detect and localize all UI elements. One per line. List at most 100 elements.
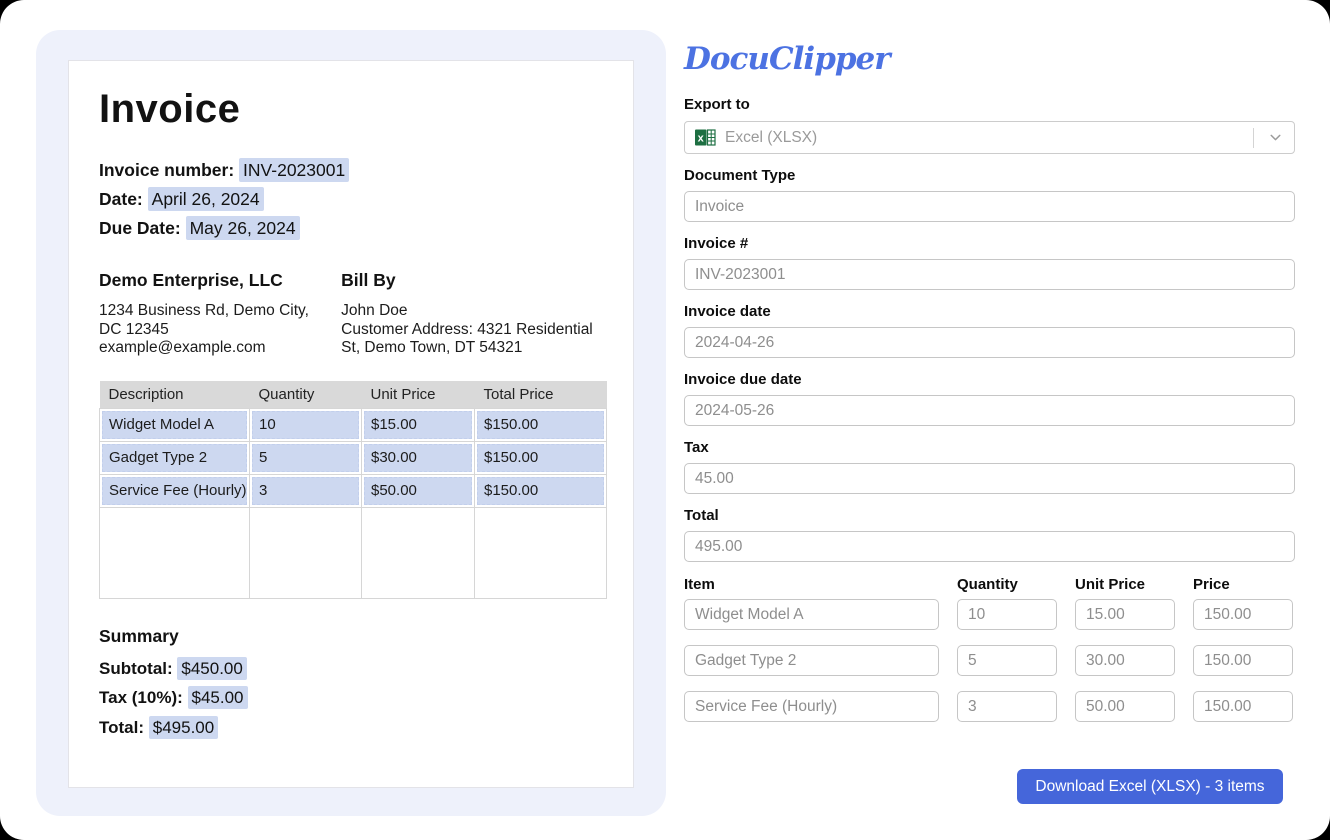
total-line: Total: $495.00	[99, 713, 605, 743]
company-name: Demo Enterprise, LLC	[99, 270, 341, 291]
item-unit-price-input[interactable]	[1075, 599, 1175, 630]
subtotal-value: $450.00	[177, 657, 246, 680]
invoice-due-date-line: Due Date: May 26, 2024	[99, 214, 605, 243]
cell-description: Gadget Type 2	[102, 444, 247, 472]
tax-line: Tax (10%): $45.00	[99, 683, 605, 713]
invoice-number-input[interactable]	[684, 259, 1295, 290]
company-email: example@example.com	[99, 339, 266, 356]
invoice-date-input[interactable]	[684, 327, 1295, 358]
cell-quantity: 3	[252, 477, 359, 505]
field-invoice-due-date: Invoice due date	[684, 371, 1295, 426]
item-quantity-input[interactable]	[957, 691, 1057, 722]
export-to-label: Export to	[684, 96, 1295, 114]
bill-by-heading: Bill By	[341, 270, 605, 291]
invoice-title: Invoice	[99, 87, 605, 131]
invoice-due-date-label: Due Date:	[99, 218, 181, 238]
item-name-input[interactable]	[684, 691, 939, 722]
document-type-label: Document Type	[684, 167, 1295, 185]
bill-by-name: John Doe	[341, 302, 407, 319]
item-unit-price-input[interactable]	[1075, 691, 1175, 722]
field-invoice-date: Invoice date	[684, 303, 1295, 358]
total-field-label: Total	[684, 507, 1295, 525]
invoice-number-line: Invoice number: INV-2023001	[99, 156, 605, 185]
table-row: Service Fee (Hourly) 3 $50.00 $150.00	[100, 474, 607, 507]
invoice-due-date-value: May 26, 2024	[186, 216, 300, 240]
table-row: Gadget Type 2 5 $30.00 $150.00	[100, 441, 607, 474]
item-name-input[interactable]	[684, 645, 939, 676]
invoice-date-label: Date:	[99, 189, 143, 209]
invoice-number-label: Invoice number:	[99, 160, 234, 180]
item-name-input[interactable]	[684, 599, 939, 630]
field-total: Total	[684, 507, 1295, 562]
tax-value: $45.00	[188, 686, 248, 709]
chevron-down-icon	[1267, 129, 1284, 146]
app-window: Invoice Invoice number: INV-2023001 Date…	[0, 0, 1330, 840]
invoice-preview-panel: Invoice Invoice number: INV-2023001 Date…	[36, 30, 666, 816]
total-input[interactable]	[684, 531, 1295, 562]
export-format-select[interactable]: x Excel (XLSX)	[684, 121, 1295, 154]
item-row	[684, 645, 1295, 676]
svg-text:x: x	[698, 133, 705, 145]
docuclipper-logo: DocuClipper	[684, 40, 1295, 78]
item-col-header: Item	[684, 576, 939, 594]
invoice-date-line: Date: April 26, 2024	[99, 185, 605, 214]
items-header-row: Item Quantity Unit Price Price	[684, 576, 1295, 594]
cell-quantity: 5	[252, 444, 359, 472]
addresses-section: Demo Enterprise, LLC 1234 Business Rd, D…	[99, 270, 605, 358]
price-col-header: Price	[1193, 576, 1293, 594]
item-row	[684, 599, 1295, 630]
cell-description: Service Fee (Hourly)	[102, 477, 247, 505]
invoice-date-value: April 26, 2024	[148, 187, 264, 211]
invoice-due-date-field-label: Invoice due date	[684, 371, 1295, 389]
tax-field-label: Tax	[684, 439, 1295, 457]
cell-quantity: 10	[252, 411, 359, 439]
cell-unit-price: $30.00	[364, 444, 472, 472]
invoice-date-field-label: Invoice date	[684, 303, 1295, 321]
summary-section: Summary Subtotal: $450.00 Tax (10%): $45…	[99, 626, 605, 743]
invoice-number-value: INV-2023001	[239, 158, 349, 182]
export-format-value: Excel (XLSX)	[725, 129, 1253, 147]
tax-input[interactable]	[684, 463, 1295, 494]
item-quantity-input[interactable]	[957, 599, 1057, 630]
company-address-text: 1234 Business Rd, Demo City, DC 12345	[99, 302, 309, 338]
item-price-input[interactable]	[1193, 691, 1293, 722]
table-header-row: Description Quantity Unit Price Total Pr…	[100, 381, 607, 409]
invoice-document: Invoice Invoice number: INV-2023001 Date…	[68, 60, 634, 788]
tax-label: Tax (10%):	[99, 688, 183, 707]
cell-total-price: $150.00	[477, 477, 604, 505]
invoice-number-field-label: Invoice #	[684, 235, 1295, 253]
table-row: Widget Model A 10 $15.00 $150.00	[100, 408, 607, 441]
field-invoice-number: Invoice #	[684, 235, 1295, 290]
table-empty-row	[100, 507, 607, 598]
field-tax: Tax	[684, 439, 1295, 494]
cell-total-price: $150.00	[477, 444, 604, 472]
invoice-due-date-input[interactable]	[684, 395, 1295, 426]
invoice-meta: Invoice number: INV-2023001 Date: April …	[99, 156, 605, 243]
cell-description: Widget Model A	[102, 411, 247, 439]
item-price-input[interactable]	[1193, 645, 1293, 676]
document-type-input[interactable]	[684, 191, 1295, 222]
bill-by-address-text: Customer Address: 4321 Residential St, D…	[341, 321, 593, 357]
summary-heading: Summary	[99, 626, 605, 647]
subtotal-label: Subtotal:	[99, 659, 173, 678]
cell-total-price: $150.00	[477, 411, 604, 439]
col-header-unit-price: Unit Price	[362, 381, 475, 409]
download-excel-button[interactable]: Download Excel (XLSX) - 3 items	[1017, 769, 1283, 804]
unit-price-col-header: Unit Price	[1075, 576, 1175, 594]
quantity-col-header: Quantity	[957, 576, 1057, 594]
col-header-description: Description	[100, 381, 250, 409]
cell-unit-price: $15.00	[364, 411, 472, 439]
bill-by-block: Bill By John Doe Customer Address: 4321 …	[341, 270, 605, 358]
item-row	[684, 691, 1295, 722]
bill-by-address: John Doe Customer Address: 4321 Resident…	[341, 302, 599, 358]
item-unit-price-input[interactable]	[1075, 645, 1175, 676]
col-header-total-price: Total Price	[475, 381, 607, 409]
line-items-table: Description Quantity Unit Price Total Pr…	[99, 381, 607, 599]
item-price-input[interactable]	[1193, 599, 1293, 630]
select-divider	[1253, 128, 1254, 148]
total-label: Total:	[99, 718, 144, 737]
company-block: Demo Enterprise, LLC 1234 Business Rd, D…	[99, 270, 341, 358]
excel-icon: x	[695, 128, 716, 147]
company-address: 1234 Business Rd, Demo City, DC 12345 ex…	[99, 302, 314, 358]
item-quantity-input[interactable]	[957, 645, 1057, 676]
